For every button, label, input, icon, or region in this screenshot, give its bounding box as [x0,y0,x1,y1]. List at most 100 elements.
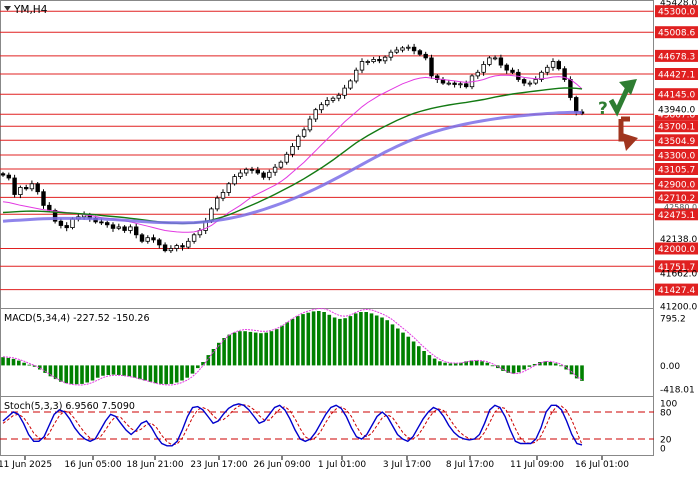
macd-bar [22,362,26,366]
price-tick-label: 41200.0 [660,303,697,313]
macd-bar [511,365,516,374]
current-price-label: 43940.0 [658,106,695,116]
candle-body [47,204,52,211]
candle-body [139,234,145,242]
macd-bar [527,365,532,367]
macd-bar [396,328,400,366]
candle-body [18,186,23,195]
macd-bar [280,325,284,366]
candle-body [446,82,451,85]
candle-body [272,166,278,173]
macd-bar [338,318,342,366]
stochastic-axis-labels: 10080200 [660,400,677,455]
candle-body [394,49,399,53]
macd-bar [369,313,374,366]
macd-bar [548,362,553,366]
macd-bar [269,331,274,366]
candle-body [6,174,11,179]
macd-bar [6,357,11,366]
candle-body [463,83,469,88]
candle-body [105,222,110,226]
candle-body [504,64,509,71]
macd-bar [306,312,311,366]
macd-bar [106,365,111,375]
macd-bar [443,362,447,366]
time-tick-label: 8 Jul 17:00 [446,460,495,470]
macd-bar [448,363,453,366]
macd-bar [122,365,126,376]
candle-body [12,177,17,195]
price-level-tag-label: 44678.3 [658,52,695,62]
macd-bar [17,360,21,366]
price-level-tag-label: 42900.0 [658,180,695,190]
price-level-tag-label: 43300.0 [658,152,695,162]
candle-body [475,71,480,77]
macd-bar [522,365,526,370]
candle-body [377,59,382,62]
candle-body [99,221,104,224]
candle-body [278,161,284,168]
candle-body [290,145,295,155]
macd-bar [90,365,95,381]
candle-body [324,100,330,106]
macd-bar [296,316,300,366]
price-tick-label: 41662.0 [660,269,697,279]
time-tick-label: 16 Jun 05:00 [64,460,121,470]
macd-bar [301,314,305,366]
candle-body [550,61,556,68]
candle-body [70,218,75,229]
candle-body [232,176,237,185]
macd-bar [159,365,163,384]
macd-bar [238,331,242,366]
candle-body [29,183,35,190]
candle-body [510,69,515,73]
macd-bar [180,365,184,381]
candle-body [243,168,249,174]
macd-bar [27,364,32,366]
candle-body [527,82,533,85]
macd-axis-labels: 795.2 0.00 -418.01 [660,315,695,396]
candle-body [406,46,411,49]
candle-body [214,197,220,210]
candle-body [348,80,353,89]
candle-body [359,61,365,71]
candle-body [319,104,324,111]
macd-bar [74,365,79,385]
macd-bar [264,332,268,366]
price-level-tag-label: 43700.1 [658,123,695,133]
candle-body [174,245,179,249]
macd-bar [353,313,358,366]
macd-bar [453,363,458,366]
candle-body [353,69,359,82]
macd-bar [127,365,132,377]
candle-body [330,97,336,101]
macd-bar [259,333,263,366]
candle-body [452,82,457,85]
candle-body [423,53,428,59]
macd-bar [80,365,84,384]
macd-bar [232,332,237,366]
macd-bar [59,365,63,382]
macd-bar [380,317,384,366]
candle-body [382,56,388,62]
macd-bar [553,363,558,366]
macd-title: MACD(5,34,4) -227.52 -150.26 [4,313,149,324]
macd-bar [364,312,368,366]
candle-body [545,66,550,73]
macd-bar [390,324,395,366]
candle-body [226,183,231,193]
price-level-tag-label: 41427.4 [658,286,695,296]
macd-bar [11,358,16,366]
candle-body [301,129,307,137]
candle-body [157,239,162,246]
macd-bar [348,316,353,366]
macd-bar [501,365,505,371]
candle-body [186,240,191,248]
time-tick-label: 16 Jul 01:00 [575,460,629,470]
candle-body [0,173,6,176]
down-arrow-head-icon [622,133,638,151]
symbol-title: YM,H4 [13,4,48,16]
candle-body [296,135,301,147]
candle-body [313,109,318,120]
macd-bar [359,312,363,366]
